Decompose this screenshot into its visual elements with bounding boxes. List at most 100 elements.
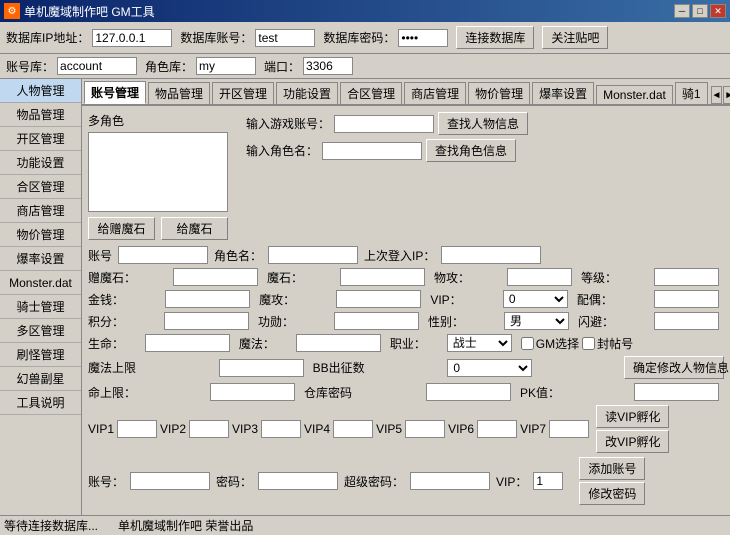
search-account-button[interactable]: 查找人物信息 (438, 112, 528, 135)
magic-stone-input[interactable] (340, 268, 425, 286)
change-pwd-button[interactable]: 修改密码 (579, 482, 645, 505)
job-select[interactable]: 战士法师道士 (447, 334, 512, 352)
gift-stone2-button[interactable]: 给魔石 (161, 217, 228, 240)
bottom-vip-label: VIP： (496, 473, 527, 490)
vip5-input[interactable] (405, 420, 445, 438)
gold-label: 金钱： (88, 291, 161, 308)
seal-checkbox[interactable] (582, 337, 595, 350)
confirm-modify-button[interactable]: 确定修改人物信息 (624, 356, 724, 379)
vip4-input[interactable] (333, 420, 373, 438)
tab-next-button[interactable]: ► (723, 86, 730, 104)
store-pwd-input[interactable] (426, 383, 511, 401)
search-role-input[interactable] (322, 142, 422, 160)
tab-mergezone[interactable]: 合区管理 (340, 82, 402, 104)
hp-input[interactable] (145, 334, 230, 352)
sidebar-item-renwu[interactable]: 人物管理 (0, 79, 81, 103)
phy-atk-input[interactable] (507, 268, 572, 286)
connect-db-button[interactable]: 连接数据库 (456, 26, 534, 49)
tab-price[interactable]: 物价管理 (468, 82, 530, 104)
pk-input[interactable] (634, 383, 719, 401)
spouse-input[interactable] (654, 290, 719, 308)
bb-level-select[interactable]: 01 (447, 359, 532, 377)
last-login-ip-input[interactable] (441, 246, 541, 264)
tab-shop[interactable]: 商店管理 (404, 82, 466, 104)
search-role-button[interactable]: 查找角色信息 (426, 139, 516, 162)
vip6-input[interactable] (477, 420, 517, 438)
tab-droprate[interactable]: 爆率设置 (532, 82, 594, 104)
vip1-input[interactable] (117, 420, 157, 438)
search-role-label: 输入角色名： (246, 142, 318, 159)
sidebar-item-gongneng[interactable]: 功能设置 (0, 151, 81, 175)
db-account-input[interactable] (255, 29, 315, 47)
add-account-button[interactable]: 添加账号 (579, 457, 645, 480)
vip-select[interactable]: 012 (503, 290, 568, 308)
role-name-label: 角色名： (214, 247, 262, 264)
sidebar-item-huanshou[interactable]: 幻兽副星 (0, 367, 81, 391)
sidebar-item-baolv[interactable]: 爆率设置 (0, 247, 81, 271)
tab-items[interactable]: 物品管理 (148, 82, 210, 104)
gold-input[interactable] (165, 290, 250, 308)
gm-select-checkbox[interactable] (521, 337, 534, 350)
tab-knight[interactable]: 骑1 (675, 82, 708, 104)
account-field-label: 账号 (88, 247, 112, 264)
port-input[interactable] (303, 57, 353, 75)
sidebar-item-hequ[interactable]: 合区管理 (0, 175, 81, 199)
account-db-input[interactable] (57, 57, 137, 75)
second-bar: 账号库： 角色库： 端口： (0, 54, 730, 79)
sidebar-item-monster[interactable]: Monster.dat (0, 271, 81, 295)
merit-input[interactable] (334, 312, 419, 330)
tab-openzone[interactable]: 开区管理 (212, 82, 274, 104)
change-vip-button[interactable]: 改VIP孵化 (596, 430, 669, 453)
sidebar-item-kaiqu[interactable]: 开区管理 (0, 127, 81, 151)
vip3-input[interactable] (261, 420, 301, 438)
vip7-input[interactable] (549, 420, 589, 438)
tab-monsterdat[interactable]: Monster.dat (596, 85, 673, 104)
account-field-input[interactable] (118, 246, 208, 264)
gender-select[interactable]: 男女 (504, 312, 569, 330)
bottom-account-row: 账号： 密码： 超级密码： VIP： 添加账号 修改密码 (88, 457, 724, 505)
sidebar-item-tools[interactable]: 工具说明 (0, 391, 81, 415)
max-magic-input[interactable] (219, 359, 304, 377)
flash-input[interactable] (654, 312, 719, 330)
status-left: 等待连接数据库... (4, 517, 98, 534)
vip2-input[interactable] (189, 420, 229, 438)
bottom-account-label: 账号： (88, 473, 124, 490)
db-password-input[interactable] (398, 29, 448, 47)
db-ip-input[interactable] (92, 29, 172, 47)
maximize-button[interactable]: □ (692, 4, 708, 18)
max-hp-input[interactable] (210, 383, 295, 401)
tab-settings[interactable]: 功能设置 (276, 82, 338, 104)
gift-stones-input[interactable] (173, 268, 258, 286)
close-button[interactable]: ✕ (710, 4, 726, 18)
bottom-vip-input[interactable] (533, 472, 563, 490)
score-input[interactable] (164, 312, 249, 330)
magic2-input[interactable] (296, 334, 381, 352)
minimize-button[interactable]: ─ (674, 4, 690, 18)
bottom-pwd-input[interactable] (258, 472, 338, 490)
role-name-input[interactable] (268, 246, 358, 264)
tab-account[interactable]: 账号管理 (84, 81, 146, 104)
title-bar: ⚙ 单机魔域制作吧 GM工具 ─ □ ✕ (0, 0, 730, 22)
magic-atk-input[interactable] (336, 290, 421, 308)
sidebar-item-shuaguai[interactable]: 刷怪管理 (0, 343, 81, 367)
bottom-super-pwd-input[interactable] (410, 472, 490, 490)
bottom-account-input[interactable] (130, 472, 210, 490)
sidebar-item-qishi[interactable]: 骑士管理 (0, 295, 81, 319)
level-input[interactable] (654, 268, 719, 286)
db-ip-label: 数据库IP地址： (6, 29, 89, 46)
port-label: 端口： (264, 58, 300, 75)
sidebar-item-duoqu[interactable]: 多区管理 (0, 319, 81, 343)
search-account-input[interactable] (334, 115, 434, 133)
tab-prev-button[interactable]: ◄ (711, 86, 723, 104)
close-tieba-button[interactable]: 关注贴吧 (542, 26, 608, 49)
tabs-bar: 账号管理 物品管理 开区管理 功能设置 合区管理 商店管理 物价管理 爆率设置 … (82, 79, 730, 106)
sidebar-item-shangdian[interactable]: 商店管理 (0, 199, 81, 223)
gift-stone-button[interactable]: 给赠魔石 (88, 217, 155, 240)
sidebar-item-wupin[interactable]: 物品管理 (0, 103, 81, 127)
sidebar-item-wujia[interactable]: 物价管理 (0, 223, 81, 247)
multi-char-textarea[interactable] (88, 132, 228, 212)
seal-checkbox-label: 封帖号 (582, 335, 633, 352)
role-db-input[interactable] (196, 57, 256, 75)
stats-grid-6: 命上限： 仓库密码 PK值： (88, 383, 724, 401)
read-vip-button[interactable]: 读VIP孵化 (596, 405, 669, 428)
